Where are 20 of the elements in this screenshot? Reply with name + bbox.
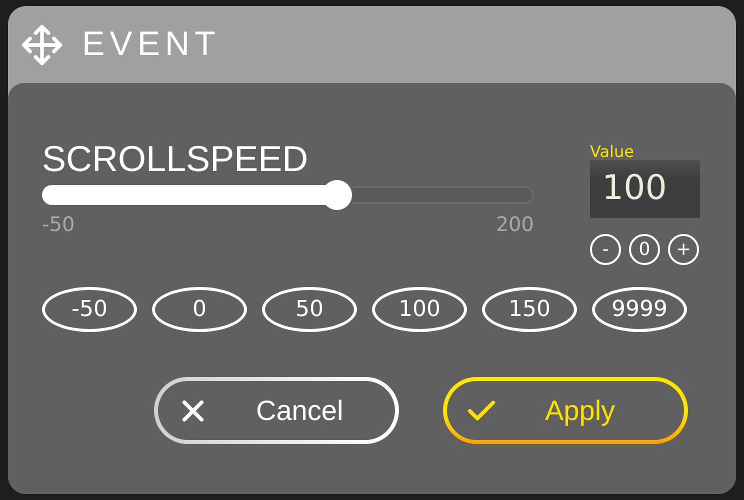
stepper-button[interactable]: - [590, 234, 621, 265]
slider-min-label: -50 [42, 212, 75, 236]
value-label: Value [590, 142, 634, 161]
preset-button[interactable]: 50 [262, 287, 357, 332]
preset-button[interactable]: -50 [42, 287, 137, 332]
slider[interactable] [42, 180, 534, 210]
value-number: 100 [602, 168, 667, 208]
preset-button[interactable]: 150 [482, 287, 577, 332]
slider-max-label: 200 [496, 212, 534, 236]
preset-button[interactable]: 9999 [592, 287, 687, 332]
cancel-button[interactable]: Cancel [154, 377, 399, 444]
move-icon[interactable] [20, 22, 64, 66]
preset-button[interactable]: 100 [372, 287, 467, 332]
stepper-button[interactable]: 0 [629, 234, 660, 265]
window-title: EVENT [82, 25, 220, 64]
apply-button[interactable]: Apply [443, 377, 688, 444]
stepper-button[interactable]: + [668, 234, 699, 265]
checkmark-icon [467, 398, 497, 424]
slider-label: SCROLLSPEED [42, 139, 310, 179]
preset-button[interactable]: 0 [152, 287, 247, 332]
